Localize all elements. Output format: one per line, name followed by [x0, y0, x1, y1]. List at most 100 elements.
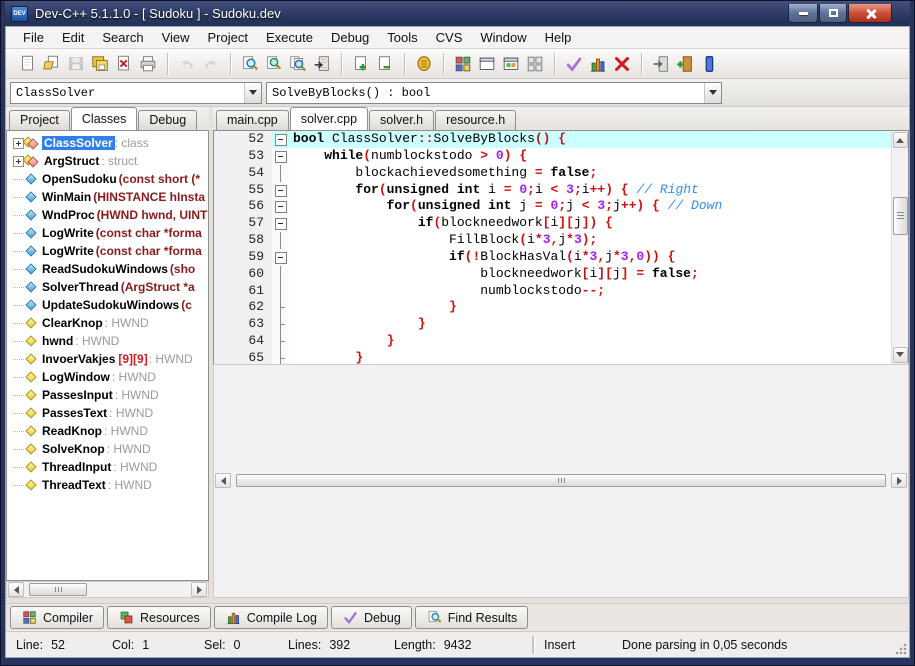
- fold-toggle-icon[interactable]: [272, 147, 289, 165]
- find-button[interactable]: [238, 52, 262, 76]
- maximize-button[interactable]: [819, 4, 847, 23]
- tree-item-passesinput[interactable]: PassesInput: HWND: [13, 386, 208, 404]
- profile-button[interactable]: [586, 52, 610, 76]
- report-tab-debug[interactable]: Debug: [330, 606, 412, 629]
- file-tab-resource-h[interactable]: resource.h: [435, 110, 517, 130]
- fold-toggle-icon[interactable]: [272, 198, 289, 216]
- editor-hscroll-thumb[interactable]: [236, 474, 886, 488]
- tree-item-winmain[interactable]: WinMain (HINSTANCE hInsta: [13, 188, 208, 206]
- file-tab-solver-cpp[interactable]: solver.cpp: [289, 107, 369, 130]
- replace-button[interactable]: [262, 52, 286, 76]
- print-button[interactable]: [136, 52, 160, 76]
- new-unit-button[interactable]: [349, 52, 373, 76]
- scroll-right-icon[interactable]: [191, 582, 207, 597]
- tab-debug[interactable]: Debug: [138, 110, 198, 130]
- toggle-breakpoint-button[interactable]: [697, 52, 721, 76]
- code-line-54[interactable]: 54 blockachievedsomething = false;: [214, 164, 891, 182]
- tree-item-logwindow[interactable]: LogWindow: HWND: [13, 368, 208, 386]
- debug-check-button[interactable]: [562, 52, 586, 76]
- file-tab-solver-h[interactable]: solver.h: [369, 110, 435, 130]
- menu-help[interactable]: Help: [536, 28, 581, 47]
- compile-and-run-button[interactable]: [499, 52, 523, 76]
- report-tab-compiler[interactable]: Compiler: [10, 606, 105, 629]
- menu-execute[interactable]: Execute: [257, 28, 322, 47]
- rebuild-all-button[interactable]: [523, 52, 547, 76]
- code-line-55[interactable]: 55 for(unsigned int i = 0;i < 3;i++) { /…: [214, 181, 891, 199]
- abort-button[interactable]: [610, 52, 634, 76]
- code-editor[interactable]: 52 bool ClassSolver::SolveByBlocks() {53 …: [214, 131, 891, 364]
- fold-toggle-icon[interactable]: [272, 131, 289, 148]
- find-in-files-button[interactable]: [286, 52, 310, 76]
- code-line-57[interactable]: 57 if(blockneedwork[i][j]) {: [214, 215, 891, 233]
- class-combo-dropdown[interactable]: [244, 82, 261, 103]
- menu-debug[interactable]: Debug: [322, 28, 378, 47]
- fold-toggle-icon[interactable]: [272, 215, 289, 233]
- code-line-63[interactable]: 63 }: [214, 316, 891, 334]
- tree-item-passestext[interactable]: PassesText: HWND: [13, 404, 208, 422]
- tree-item-invoervakjes[interactable]: InvoerVakjes [9][9]: HWND: [13, 350, 208, 368]
- scroll-right-icon[interactable]: [891, 473, 907, 489]
- tree-item-hwnd[interactable]: hwnd: HWND: [13, 332, 208, 350]
- tree-item-readknop[interactable]: ReadKnop: HWND: [13, 422, 208, 440]
- tree-item-opensudoku[interactable]: OpenSudoku (const short (*: [13, 170, 208, 188]
- tree-hscrollbar[interactable]: [6, 581, 209, 598]
- code-line-53[interactable]: 53 while(numblockstodo > 0) {: [214, 147, 891, 165]
- close-file-button[interactable]: [112, 52, 136, 76]
- menu-edit[interactable]: Edit: [53, 28, 93, 47]
- code-line-61[interactable]: 61 numblockstodo--;: [214, 282, 891, 300]
- tree-item-threadtext[interactable]: ThreadText: HWND: [13, 476, 208, 494]
- run-button[interactable]: [475, 52, 499, 76]
- file-tab-main-cpp[interactable]: main.cpp: [216, 110, 289, 130]
- new-file-button[interactable]: [16, 52, 40, 76]
- tree-hscroll-thumb[interactable]: [29, 583, 87, 596]
- class-combo[interactable]: ClassSolver: [10, 81, 262, 104]
- goto-line-button[interactable]: [310, 52, 334, 76]
- open-file-button[interactable]: [40, 52, 64, 76]
- code-line-64[interactable]: 64 }: [214, 333, 891, 350]
- editor-vscroll-thumb[interactable]: [892, 197, 908, 235]
- member-combo-dropdown[interactable]: [704, 82, 721, 103]
- tab-project[interactable]: Project: [9, 110, 70, 130]
- tab-classes[interactable]: Classes: [70, 107, 138, 130]
- tree-item-solverthread[interactable]: SolverThread (ArgStruct *a: [13, 278, 208, 296]
- minimize-button[interactable]: [788, 4, 818, 23]
- scroll-down-icon[interactable]: [892, 346, 908, 363]
- menu-view[interactable]: View: [153, 28, 199, 47]
- insert-button[interactable]: [649, 52, 673, 76]
- tree-item-wndproc[interactable]: WndProc (HWND hwnd, UINT: [13, 206, 208, 224]
- menu-tools[interactable]: Tools: [378, 28, 426, 47]
- tree-item-argstruct[interactable]: ArgStruct: struct: [13, 152, 208, 170]
- code-line-52[interactable]: 52 bool ClassSolver::SolveByBlocks() {: [214, 131, 891, 148]
- menu-search[interactable]: Search: [93, 28, 152, 47]
- tree-item-solveknop[interactable]: SolveKnop: HWND: [13, 440, 208, 458]
- fold-toggle-icon[interactable]: [272, 248, 289, 266]
- code-line-56[interactable]: 56 for(unsigned int j = 0;j < 3;j++) { /…: [214, 198, 891, 216]
- code-line-62[interactable]: 62 }: [214, 299, 891, 317]
- remove-unit-button[interactable]: [373, 52, 397, 76]
- menu-file[interactable]: File: [14, 28, 53, 47]
- member-combo[interactable]: SolveByBlocks() : bool: [266, 81, 722, 104]
- save-all-button[interactable]: [88, 52, 112, 76]
- code-line-59[interactable]: 59 if(!BlockHasVal(i*3,j*3,0)) {: [214, 248, 891, 266]
- scroll-left-icon[interactable]: [8, 582, 24, 597]
- add-watch-button[interactable]: [673, 52, 697, 76]
- scroll-left-icon[interactable]: [215, 473, 231, 489]
- tree-item-logwrite[interactable]: LogWrite (const char *forma: [13, 242, 208, 260]
- close-button[interactable]: [848, 4, 892, 23]
- tree-item-updatesudokuwindows[interactable]: UpdateSudokuWindows (c: [13, 296, 208, 314]
- tree-item-logwrite[interactable]: LogWrite (const char *forma: [13, 224, 208, 242]
- menu-window[interactable]: Window: [471, 28, 535, 47]
- tree-item-threadinput[interactable]: ThreadInput: HWND: [13, 458, 208, 476]
- tree-item-readsudokuwindows[interactable]: ReadSudokuWindows (sho: [13, 260, 208, 278]
- compile-button[interactable]: [451, 52, 475, 76]
- code-line-65[interactable]: 65 }: [214, 349, 891, 364]
- editor-hscrollbar[interactable]: [213, 363, 909, 598]
- menu-project[interactable]: Project: [199, 28, 257, 47]
- report-tab-find-results[interactable]: Find Results: [414, 606, 529, 629]
- tree-item-clearknop[interactable]: ClearKnop: HWND: [13, 314, 208, 332]
- menu-cvs[interactable]: CVS: [427, 28, 472, 47]
- fold-toggle-icon[interactable]: [272, 181, 289, 199]
- code-line-58[interactable]: 58 FillBlock(i*3,j*3);: [214, 232, 891, 249]
- scroll-up-icon[interactable]: [892, 132, 908, 148]
- tree-item-classsolver[interactable]: ClassSolver: class: [13, 134, 208, 152]
